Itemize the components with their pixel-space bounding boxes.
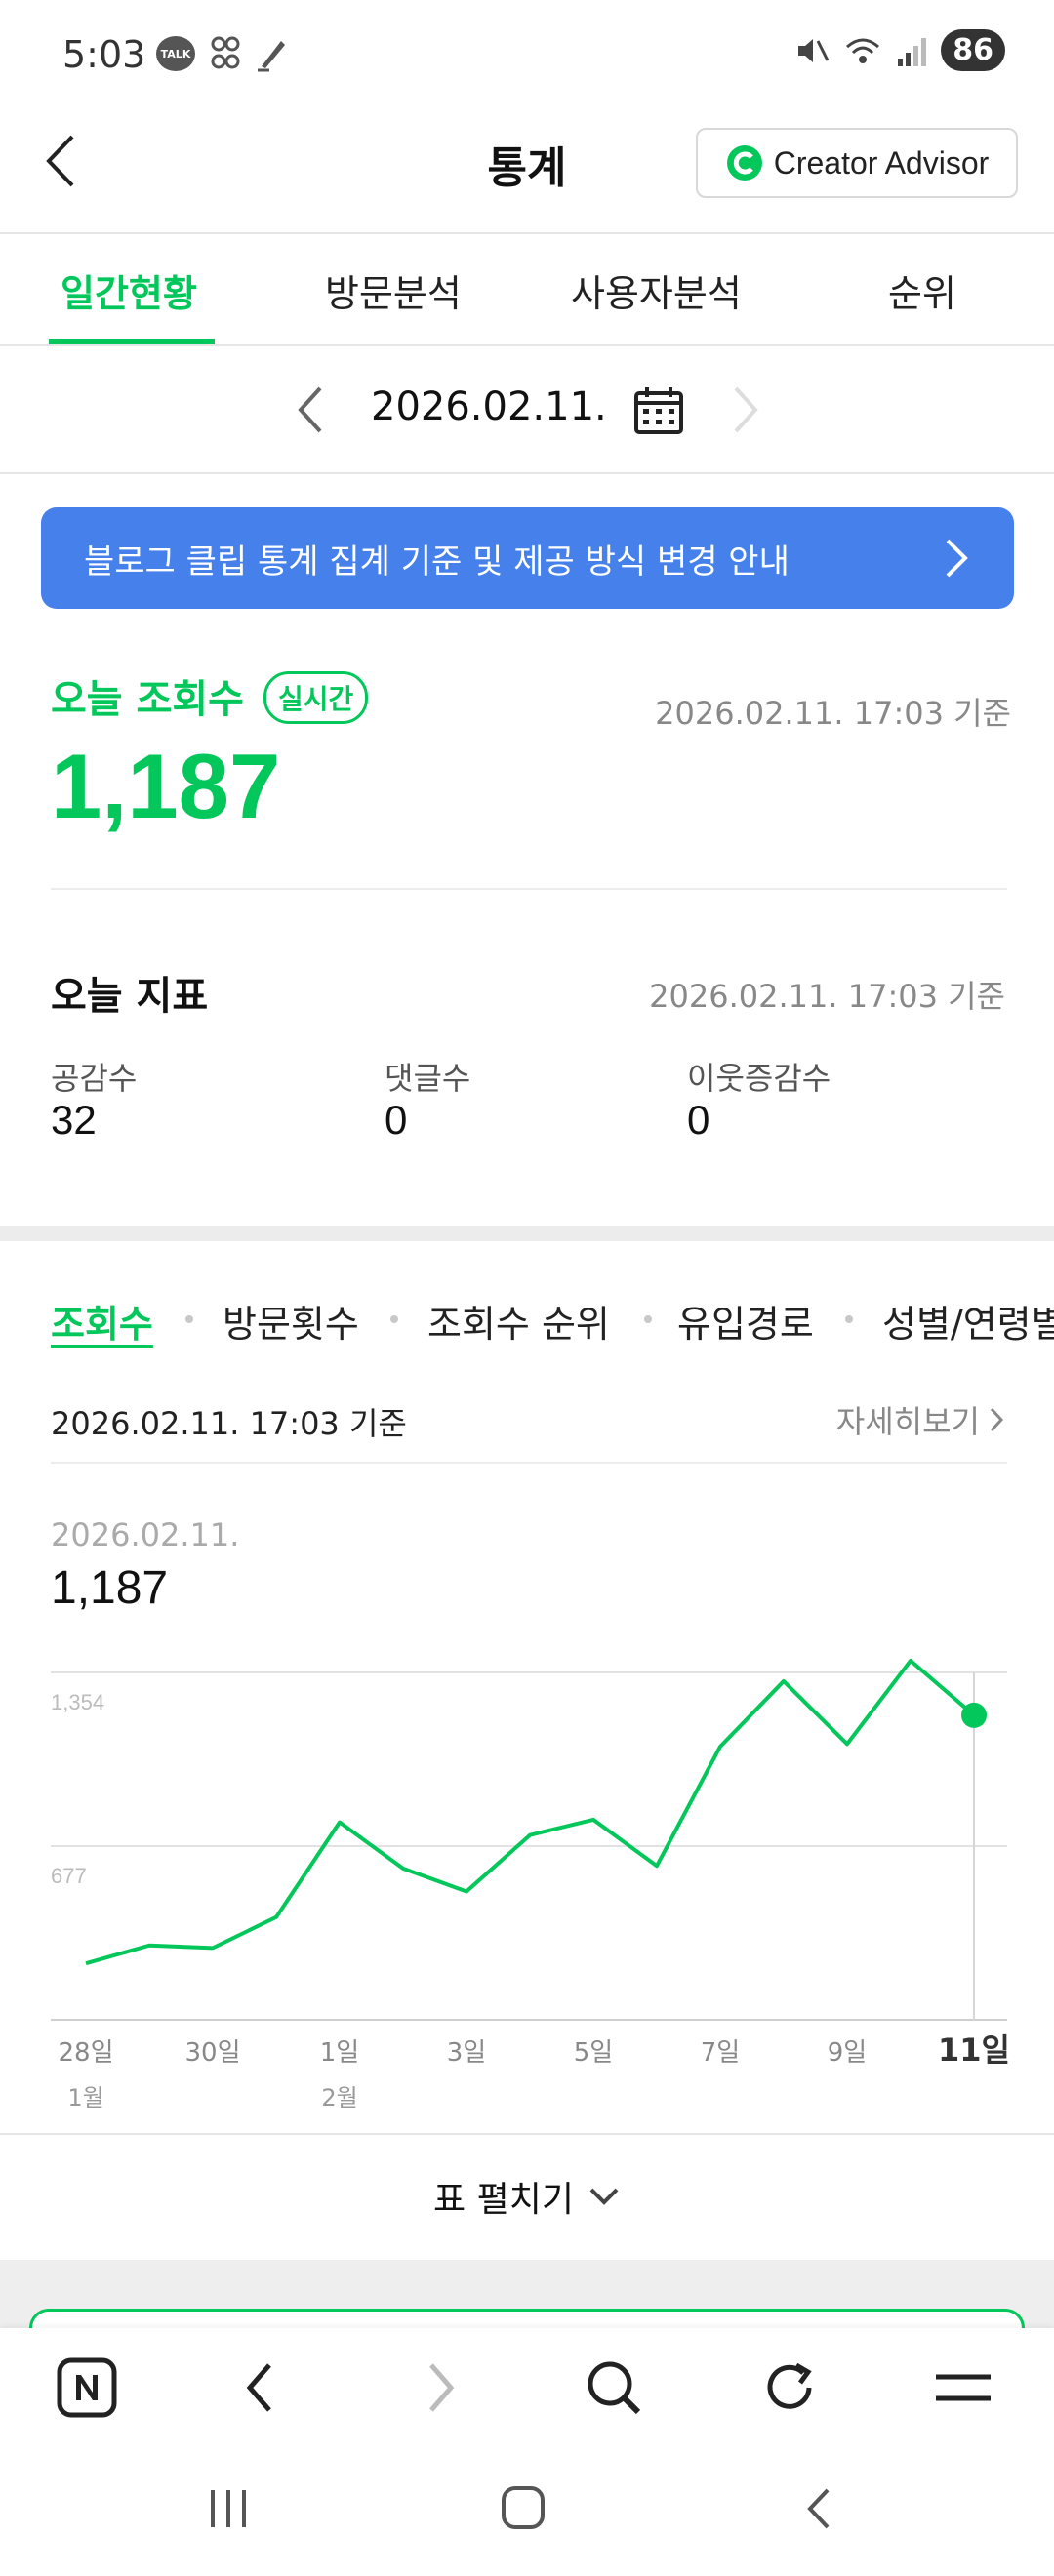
chart-tab-gender-age[interactable]: 성별/연령별 [882, 1294, 1054, 1348]
chevron-right-icon [990, 1407, 1004, 1432]
tabs-divider [0, 344, 1054, 346]
chart-header-divider [51, 1462, 1007, 1464]
today-views-timestamp: 2026.02.11. 17:03 기준 [655, 695, 1011, 732]
chevron-right-icon [946, 539, 968, 578]
creator-advisor-logo-icon [726, 145, 762, 181]
chart-tab-view-rank[interactable]: 조회수 순위 [427, 1294, 610, 1348]
highlighted-point [961, 1702, 987, 1728]
recent-apps-icon[interactable] [209, 2486, 248, 2531]
chart-tab-referrer[interactable]: 유입경로 [677, 1294, 814, 1348]
x-tick-label: 11일 [938, 2032, 1010, 2069]
x-tick-label: 7일 [701, 2038, 740, 2068]
status-system-icons: 86 [794, 29, 1005, 71]
neighbors-change-value: 0 [687, 1097, 710, 1143]
chevron-down-icon [589, 2188, 619, 2205]
views-series-line [85, 1658, 976, 1966]
header-divider [0, 232, 1054, 234]
signal-icon [898, 37, 927, 66]
tab-visit-analysis[interactable]: 방문분석 [325, 263, 462, 317]
next-date-icon[interactable] [726, 382, 765, 437]
naver-home-icon[interactable] [57, 2357, 117, 2418]
comments-value: 0 [385, 1097, 408, 1143]
detail-link-label: 자세히보기 [835, 1403, 980, 1440]
today-views-value: 1,187 [51, 735, 281, 837]
realtime-badge: 실시간 [264, 671, 369, 724]
banner-text: 블로그 클립 통계 집계 기준 및 제공 방식 변경 안내 [84, 542, 790, 582]
tab-separator-dot [644, 1315, 652, 1323]
status-notification-icons: TALK [156, 35, 289, 72]
x-tick-label: 3일 [447, 2038, 486, 2068]
browser-toolbar [0, 2328, 1054, 2445]
system-navigation-bar [0, 2445, 1054, 2576]
browser-forward-icon[interactable] [422, 2359, 461, 2416]
section-divider [51, 888, 1007, 890]
x-tick-label: 5일 [574, 2038, 613, 2068]
browser-back-icon[interactable] [240, 2359, 279, 2416]
notice-banner[interactable]: 블로그 클립 통계 집계 기준 및 제공 방식 변경 안내 [41, 507, 1014, 609]
back-arrow-icon[interactable] [39, 127, 88, 195]
selected-value: 1,187 [51, 1562, 169, 1614]
x-tick-label: 9일 [828, 2038, 867, 2068]
mute-icon [798, 38, 830, 62]
today-metrics-timestamp: 2026.02.11. 17:03 기준 [649, 978, 1005, 1015]
detail-link[interactable]: 자세히보기 [836, 1397, 1005, 1442]
section-separator [0, 1226, 1054, 1241]
pen-icon [258, 41, 285, 72]
refresh-icon[interactable] [759, 2357, 820, 2418]
battery-indicator: 86 [941, 29, 1005, 71]
chart-timestamp: 2026.02.11. 17:03 기준 [51, 1405, 407, 1442]
x-tick-month-label: 2월 [321, 2084, 357, 2112]
today-views-title: 오늘 조회수 [51, 677, 244, 722]
comments-label: 댓글수 [385, 1060, 471, 1097]
status-time: 5:03 [62, 33, 146, 76]
app-grid-icon [211, 36, 240, 69]
x-tick-label: 1일 [320, 2038, 359, 2068]
tab-separator-dot [185, 1315, 193, 1323]
search-icon[interactable] [584, 2357, 644, 2418]
neighbors-change-label: 이웃증감수 [687, 1060, 831, 1097]
previous-date-icon[interactable] [291, 382, 330, 437]
date-divider [0, 472, 1054, 474]
menu-icon[interactable] [933, 2365, 993, 2410]
y-tick-label: 1,354 [51, 1690, 104, 1714]
today-metrics-title: 오늘 지표 [51, 974, 209, 1019]
tab-separator-dot [845, 1315, 853, 1323]
calendar-icon[interactable] [632, 384, 685, 437]
x-tick-label: 28일 [58, 2038, 113, 2068]
x-tick-month-label: 1월 [67, 2084, 103, 2112]
wifi-icon [846, 38, 880, 63]
creator-advisor-button[interactable]: Creator Advisor [696, 128, 1018, 198]
views-line-chart[interactable]: 677 1,354 28일 1월 30일 1일 2월 3일 5일 7일 9일 11일 [0, 1649, 1054, 2127]
chart-tab-views[interactable]: 조회수 [51, 1294, 153, 1348]
creator-advisor-label: Creator Advisor [773, 144, 990, 181]
chart-tab-visits[interactable]: 방문횟수 [223, 1294, 359, 1348]
tab-user-analysis[interactable]: 사용자분석 [571, 263, 742, 317]
current-date: 2026.02.11. [371, 384, 607, 429]
expand-table-label: 표 펼치기 [433, 2180, 574, 2220]
expand-table-button[interactable]: 표 펼치기 [0, 2133, 1054, 2260]
tab-daily-status[interactable]: 일간현황 [61, 263, 197, 317]
likes-label: 공감수 [51, 1060, 138, 1097]
selected-date: 2026.02.11. [51, 1516, 240, 1553]
kakaotalk-icon: TALK [156, 36, 195, 71]
tab-separator-dot [390, 1315, 398, 1323]
y-tick-label: 677 [51, 1864, 87, 1888]
x-tick-label: 30일 [184, 2038, 240, 2068]
system-back-icon[interactable] [802, 2486, 835, 2531]
tab-ranking[interactable]: 순위 [888, 263, 956, 317]
home-icon[interactable] [500, 2484, 547, 2531]
likes-value: 32 [51, 1097, 97, 1143]
